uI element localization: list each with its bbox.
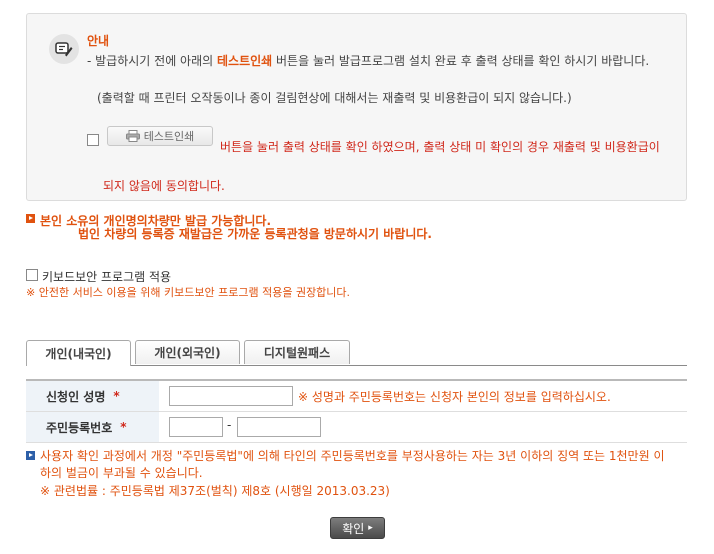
rrn-back-input[interactable] (237, 417, 321, 437)
agree-text-continued: 되지 않음에 동의합니다. (103, 179, 225, 193)
required-mark: * (113, 389, 120, 403)
name-hint: ※ 성명과 주민등록번호는 신청자 본인의 정보를 입력하십시오. (298, 390, 611, 404)
rrn-separator: - (227, 418, 232, 432)
notice-line1-suffix: 버튼을 눌러 발급프로그램 설치 완료 후 출력 상태를 확인 하시기 바랍니다… (272, 54, 650, 68)
keyboard-security-checkbox[interactable] (26, 269, 38, 281)
legal-text: 사용자 확인 과정에서 개정 "주민등록법"에 의해 타인의 주민등록번호를 부… (40, 449, 665, 480)
chevron-right-icon: ▸ (368, 523, 373, 533)
rrn-label-text: 주민등록번호 (46, 420, 113, 435)
printer-icon (125, 130, 140, 142)
test-print-button[interactable]: 테스트인쇄 (107, 126, 213, 146)
applicant-type-tabs: 개인(내국인) 개인(외국인) 디지털원패스 (26, 340, 687, 366)
tab-digital-onepass[interactable]: 디지털원패스 (244, 340, 350, 364)
keyboard-security-label: 키보드보안 프로그램 적용 (42, 270, 172, 284)
name-label-text: 신청인 성명 (46, 389, 106, 404)
form-row-name: 신청인 성명 * ※ 성명과 주민등록번호는 신청자 본인의 정보를 입력하십시오… (26, 381, 687, 412)
notice-disclaimer: (출력할 때 프린터 오작동이나 종이 걸림현상에 대해서는 재출력 및 비용환… (97, 91, 572, 105)
notice-title: 안내 (87, 34, 110, 48)
bullet-arrow-icon (26, 214, 35, 223)
applicant-form: 신청인 성명 * ※ 성명과 주민등록번호는 신청자 본인의 정보를 입력하십시오… (26, 379, 687, 443)
notice-line1-highlight: 테스트인쇄 (217, 54, 273, 68)
test-print-label: 테스트인쇄 (143, 130, 195, 143)
applicant-name-input[interactable] (169, 386, 293, 406)
tab-korean-individual[interactable]: 개인(내국인) (26, 340, 131, 366)
tab-foreign-individual[interactable]: 개인(외국인) (135, 340, 240, 364)
rrn-label: 주민등록번호 * (26, 412, 159, 442)
name-label: 신청인 성명 * (26, 381, 159, 411)
keyboard-security-note: ※ 안전한 서비스 이용을 위해 키보드보안 프로그램 적용을 권장합니다. (26, 286, 351, 299)
confirm-label: 확인 (342, 521, 365, 536)
notice-instruction: - 발급하시기 전에 아래의 테스트인쇄 버튼을 눌러 발급프로그램 설치 완료… (87, 51, 677, 71)
form-row-rrn: 주민등록번호 * - (26, 412, 687, 443)
pencil-note-icon (49, 34, 79, 64)
required-mark: * (120, 420, 127, 434)
notice-line1-prefix: - 발급하시기 전에 아래의 (87, 54, 217, 68)
legal-reference: ※ 관련법률 : 주민등록법 제37조(벌칙) 제8호 (시행일 2013.03… (40, 484, 390, 498)
warning-line2: 법인 차량의 등록증 재발급은 가까운 등록관청을 방문하시기 바랍니다. (78, 227, 432, 241)
confirm-button[interactable]: 확인 ▸ (330, 517, 385, 539)
notice-box: 안내 - 발급하시기 전에 아래의 테스트인쇄 버튼을 눌러 발급프로그램 설치… (26, 13, 687, 201)
rrn-front-input[interactable] (169, 417, 223, 437)
bullet-arrow-icon (26, 451, 35, 460)
